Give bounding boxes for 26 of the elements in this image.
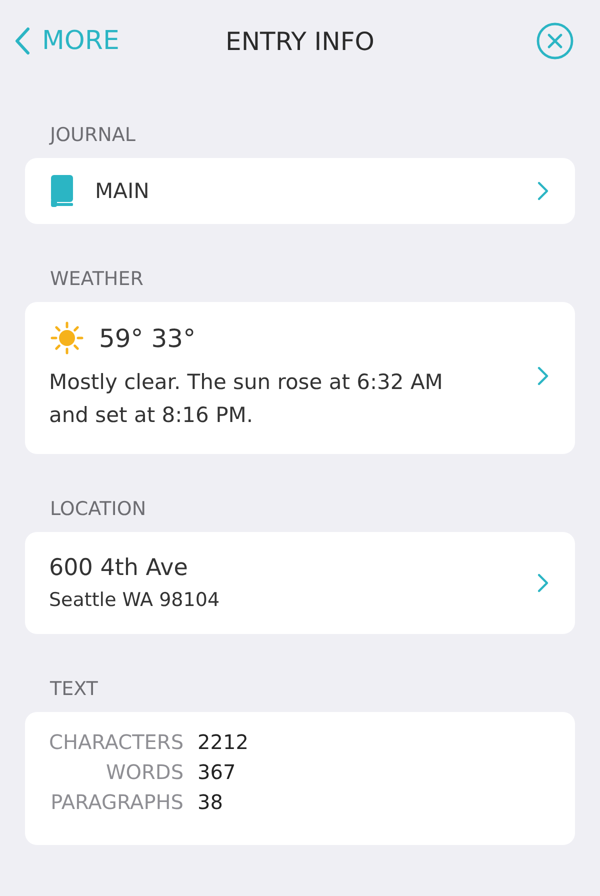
stat-value: 38 bbox=[198, 790, 224, 814]
section-label: JOURNAL bbox=[50, 124, 136, 146]
back-chevron-icon bbox=[14, 27, 30, 55]
journal-name: MAIN bbox=[95, 179, 150, 203]
stat-label: CHARACTERS bbox=[49, 730, 184, 754]
section-label: WEATHER bbox=[50, 268, 144, 290]
close-button[interactable] bbox=[536, 22, 574, 60]
location-row[interactable]: 600 4th Ave Seattle WA 98104 bbox=[25, 532, 575, 634]
street-address: 600 4th Ave bbox=[49, 555, 189, 581]
section-label: TEXT bbox=[50, 678, 98, 700]
chevron-icon bbox=[537, 366, 549, 386]
book-icon bbox=[49, 175, 75, 207]
chevron-icon bbox=[537, 181, 549, 201]
sun-icon bbox=[49, 320, 85, 356]
weather-row[interactable]: 59° 33° Mostly clear. The sun rose at 6:32 AM and set at 8:16 PM. bbox=[25, 302, 575, 454]
stat-value: 2212 bbox=[198, 730, 248, 754]
weather-summary: Mostly clear. The sun rose at 6:32 AM and set at 8:16 PM. bbox=[49, 369, 444, 429]
temperatures: 59° 33° bbox=[99, 324, 196, 352]
stat-label: WORDS bbox=[105, 760, 184, 784]
chevron-icon bbox=[537, 573, 549, 593]
journal-row[interactable]: MAIN bbox=[25, 158, 575, 224]
city-line: Seattle WA 98104 bbox=[49, 589, 221, 611]
stat-value: 367 bbox=[198, 760, 237, 784]
stat-label: PARAGRAPHS bbox=[50, 790, 184, 814]
section-label: LOCATION bbox=[50, 498, 146, 520]
screen-title: ENTRY INFO bbox=[226, 26, 374, 56]
